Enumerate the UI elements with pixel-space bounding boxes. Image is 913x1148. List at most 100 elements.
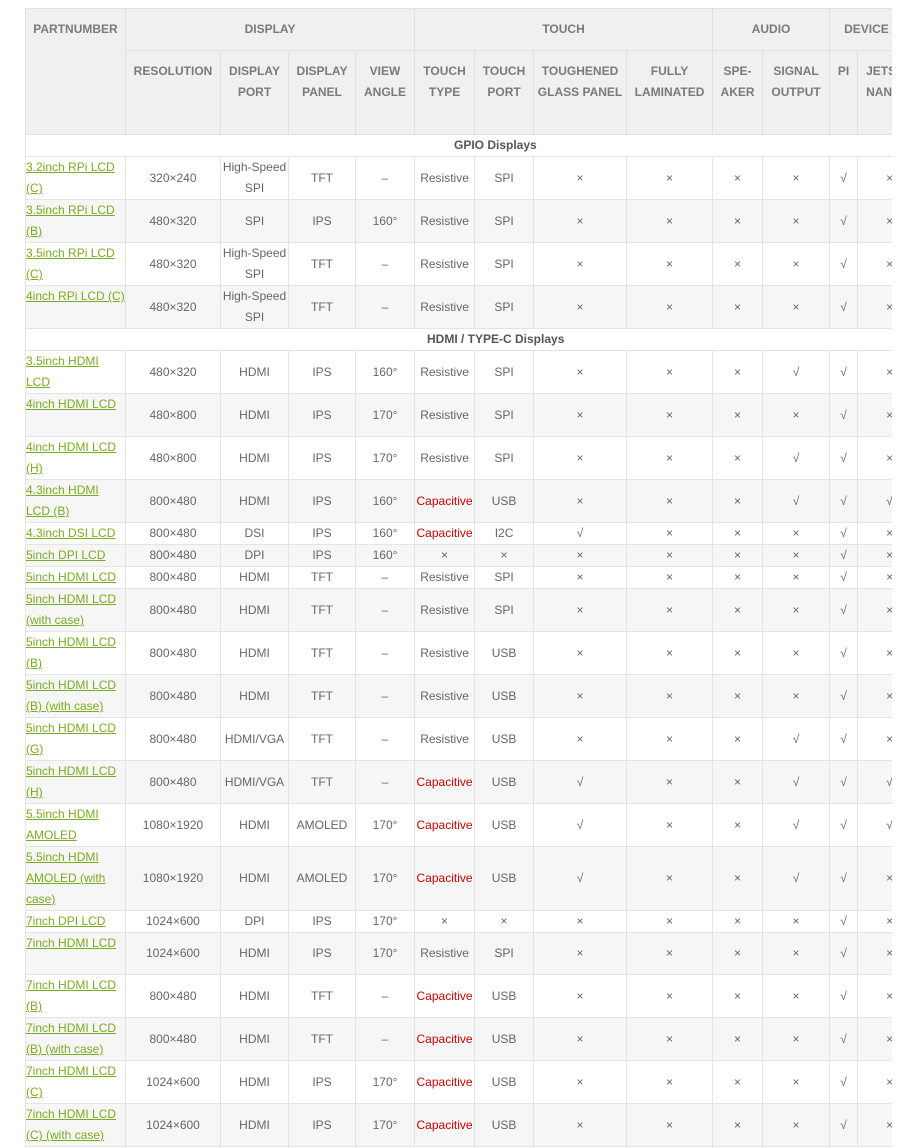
- speaker-cell: ×: [712, 479, 764, 523]
- signal-output-cell: ×: [762, 974, 831, 1018]
- speaker-cell: ×: [712, 156, 764, 200]
- signal-output-cell: ×: [762, 156, 831, 200]
- signal-output-cell: √: [762, 436, 831, 480]
- signal-output-cell: ×: [762, 393, 831, 437]
- pi-cell: √: [829, 393, 859, 437]
- pi-cell: √: [829, 350, 859, 394]
- partnumber-link[interactable]: 4.3inch DSI LCD: [27, 526, 116, 540]
- pi-cell: √: [829, 910, 859, 933]
- partnumber-link[interactable]: 4inch RPi LCD (C): [27, 289, 125, 303]
- partnumber-cell: 3.5inch HDMI LCD: [25, 350, 126, 394]
- partnumber-link[interactable]: 4inch HDMI LCD (H): [27, 440, 117, 475]
- header-fully-laminated: FULLY LAMINATED: [626, 50, 714, 135]
- partnumber-link[interactable]: 5inch HDMI LCD (H): [27, 764, 117, 799]
- resolution-cell: 480×800: [125, 393, 221, 437]
- touch-port-cell: SPI: [474, 285, 535, 329]
- touch-type-cell: ×: [414, 544, 476, 567]
- partnumber-link[interactable]: 5inch HDMI LCD (B) (with case): [27, 678, 117, 713]
- header-group-audio: AUDIO: [712, 8, 831, 51]
- fully-laminated-cell: ×: [626, 544, 714, 567]
- partnumber-cell: 5inch HDMI LCD (with case): [25, 588, 126, 632]
- partnumber-link[interactable]: 7inch HDMI LCD (C): [27, 1064, 117, 1099]
- display-port-cell: HDMI: [220, 479, 289, 523]
- partnumber-link[interactable]: 5.5inch HDMI AMOLED (with case): [27, 850, 106, 906]
- display-port-cell: HDMI/VGA: [220, 717, 289, 761]
- header-jetson-nano: JETSON NANO: [857, 50, 892, 135]
- pi-cell: √: [829, 588, 859, 632]
- jetson-nano-cell: ×: [857, 1103, 892, 1147]
- partnumber-link[interactable]: 5.5inch HDMI AMOLED: [27, 807, 99, 842]
- resolution-cell: 480×320: [125, 242, 221, 286]
- view-angle-cell: –: [354, 974, 416, 1018]
- view-angle-cell: –: [354, 588, 416, 632]
- partnumber-link[interactable]: 3.5inch RPi LCD (C): [27, 246, 115, 281]
- jetson-nano-cell: ×: [857, 544, 892, 567]
- view-angle-cell: 170°: [354, 910, 416, 933]
- partnumber-link[interactable]: 3.2inch RPi LCD (C): [27, 160, 115, 195]
- partnumber-link[interactable]: 5inch HDMI LCD: [27, 570, 117, 584]
- fully-laminated-cell: ×: [626, 846, 714, 911]
- fully-laminated-cell: ×: [626, 436, 714, 480]
- partnumber-link[interactable]: 5inch HDMI LCD (G): [27, 721, 117, 756]
- display-panel-cell: TFT: [288, 242, 356, 286]
- partnumber-link[interactable]: 7inch HDMI LCD (C) (with case): [27, 1107, 117, 1142]
- toughened-glass-cell: ×: [533, 1017, 628, 1061]
- partnumber-link[interactable]: 3.5inch RPi LCD (B): [27, 203, 115, 238]
- header-resolution: RESOLUTION: [125, 50, 221, 135]
- partnumber-link[interactable]: 5inch DPI LCD: [27, 548, 106, 562]
- toughened-glass-cell: ×: [533, 242, 628, 286]
- header-touch-type: TOUCH TYPE: [414, 50, 476, 135]
- display-panel-cell: TFT: [288, 156, 356, 200]
- partnumber-link[interactable]: 5inch HDMI LCD (B): [27, 635, 117, 670]
- partnumber-link[interactable]: 7inch HDMI LCD: [27, 936, 117, 950]
- fully-laminated-cell: ×: [626, 588, 714, 632]
- partnumber-link[interactable]: 7inch DPI LCD: [27, 914, 106, 928]
- display-port-cell: HDMI: [220, 566, 289, 589]
- partnumber-link[interactable]: 7inch HDMI LCD (B) (with case): [27, 1021, 117, 1056]
- pi-cell: √: [829, 436, 859, 480]
- partnumber-link[interactable]: 5inch HDMI LCD (with case): [27, 592, 117, 627]
- display-panel-cell: TFT: [288, 760, 356, 804]
- fully-laminated-cell: ×: [626, 156, 714, 200]
- partnumber-link[interactable]: 3.5inch HDMI LCD: [27, 354, 99, 389]
- partnumber-link[interactable]: 7inch HDMI LCD (B): [27, 978, 117, 1013]
- fully-laminated-cell: ×: [626, 974, 714, 1018]
- touch-port-cell: SPI: [474, 350, 535, 394]
- product-table-container: PARTNUMBER DISPLAY TOUCH AUDIO DEVICE RE…: [25, 8, 892, 1147]
- resolution-cell: 1024×600: [125, 1103, 221, 1147]
- display-port-cell: High-Speed SPI: [220, 156, 289, 200]
- table-row: 7inch DPI LCD1024×600DPIIPS170°××××××√×: [25, 910, 892, 933]
- toughened-glass-cell: ×: [533, 479, 628, 523]
- jetson-nano-cell: ×: [857, 932, 892, 975]
- resolution-cell: 800×480: [125, 566, 221, 589]
- pi-cell: √: [829, 1103, 859, 1147]
- toughened-glass-cell: ×: [533, 588, 628, 632]
- jetson-nano-cell: ×: [857, 522, 892, 545]
- jetson-nano-cell: ×: [857, 974, 892, 1018]
- display-port-cell: HDMI: [220, 974, 289, 1018]
- jetson-nano-cell: ×: [857, 910, 892, 933]
- speaker-cell: ×: [712, 717, 764, 761]
- partnumber-cell: 4inch RPi LCD (C): [25, 285, 126, 329]
- speaker-cell: ×: [712, 522, 764, 545]
- display-port-cell: DSI: [220, 522, 289, 545]
- toughened-glass-cell: ×: [533, 566, 628, 589]
- touch-port-cell: SPI: [474, 588, 535, 632]
- touch-type-cell: Resistive: [414, 674, 476, 718]
- partnumber-link[interactable]: 4.3inch HDMI LCD (B): [27, 483, 99, 518]
- header-display-panel: DISPLAY PANEL: [288, 50, 356, 135]
- speaker-cell: ×: [712, 974, 764, 1018]
- jetson-nano-cell: ×: [857, 674, 892, 718]
- view-angle-cell: 170°: [354, 1060, 416, 1104]
- table-row: 5inch HDMI LCD (B) (with case) 800×480 HDM…: [25, 674, 892, 718]
- resolution-cell: 1080×1920: [125, 846, 221, 911]
- touch-port-cell: USB: [474, 479, 535, 523]
- partnumber-link[interactable]: 4inch HDMI LCD: [27, 397, 117, 411]
- touch-type-cell: Resistive: [414, 566, 476, 589]
- signal-output-cell: √: [762, 846, 831, 911]
- view-angle-cell: 160°: [354, 350, 416, 394]
- display-panel-cell: TFT: [288, 588, 356, 632]
- header-view-angle: VIEW ANGLE: [354, 50, 416, 135]
- fully-laminated-cell: ×: [626, 760, 714, 804]
- table-row: 5inch DPI LCD800×480DPIIPS160°××××××√×: [25, 544, 892, 567]
